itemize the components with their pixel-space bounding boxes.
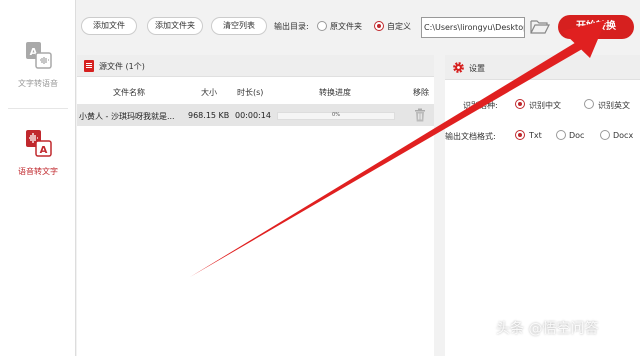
radio-format-txt-label: Txt xyxy=(529,131,542,140)
file-duration-cell: 00:00:14 xyxy=(235,111,271,120)
column-header-name: 文件名称 xyxy=(113,88,145,97)
settings-header: 设置 xyxy=(445,55,640,80)
gear-icon xyxy=(452,61,465,74)
radio-format-txt[interactable] xyxy=(515,130,525,140)
add-folder-button[interactable]: 添加文件夹 xyxy=(147,17,203,35)
watermark-logo-icon xyxy=(478,317,494,333)
sidebar-item-label: 语音转文字 xyxy=(18,167,58,176)
radio-custom-label: 自定义 xyxy=(387,22,411,31)
sidebar-divider xyxy=(8,108,68,109)
folder-open-icon[interactable] xyxy=(530,18,550,36)
sidebar-item-speech-to-text[interactable]: A 语音转文字 xyxy=(0,128,76,177)
radio-source-folder[interactable] xyxy=(317,21,327,31)
toolbar: 添加文件 添加文件夹 清空列表 输出目录: 原文件夹 自定义 C:\Users\… xyxy=(77,0,640,52)
add-file-button[interactable]: 添加文件 xyxy=(81,17,137,35)
svg-text:A: A xyxy=(40,145,48,156)
settings-title: 设置 xyxy=(469,64,485,73)
sidebar: A 文字转语音 A 语音转文字 xyxy=(0,0,76,356)
output-path-field[interactable]: C:\Users\lirongyu\Desktop xyxy=(421,17,525,38)
trash-icon[interactable] xyxy=(414,108,426,122)
radio-source-folder-label: 原文件夹 xyxy=(330,22,362,31)
column-header-size: 大小 xyxy=(201,88,217,97)
speech-to-text-icon: A xyxy=(23,128,53,158)
progress-bar: 0% xyxy=(277,112,395,120)
column-header-progress: 转换进度 xyxy=(319,88,351,97)
format-label: 输出文档格式: xyxy=(445,132,496,141)
file-list-panel: 源文件 (1个) 文件名称 大小 时长(s) 转换进度 移除 小黄人 - 沙琪玛… xyxy=(77,55,434,356)
sidebar-item-label: 文字转语音 xyxy=(18,79,58,88)
file-name-cell: 小黄人 - 沙琪玛呀我就是... xyxy=(79,112,175,121)
table-row[interactable]: 小黄人 - 沙琪玛呀我就是... 968.15 KB 00:00:14 0% xyxy=(77,104,434,126)
file-panel-header: 源文件 (1个) xyxy=(77,55,434,77)
radio-format-docx-label: Docx xyxy=(613,131,634,140)
radio-format-doc-label: Doc xyxy=(569,131,585,140)
radio-lang-chinese-label: 识别中文 xyxy=(529,101,561,110)
radio-lang-chinese[interactable] xyxy=(515,99,525,109)
start-convert-button[interactable]: 开始转换 xyxy=(558,15,634,39)
file-panel-title: 源文件 (1个) xyxy=(99,62,145,71)
radio-custom[interactable] xyxy=(374,21,384,31)
text-to-speech-icon: A xyxy=(23,40,53,70)
radio-format-doc[interactable] xyxy=(556,130,566,140)
file-size-cell: 968.15 KB xyxy=(188,111,230,120)
output-dir-label: 输出目录: xyxy=(274,22,309,31)
radio-lang-english-label: 识别英文 xyxy=(598,101,630,110)
clear-list-button[interactable]: 清空列表 xyxy=(211,17,267,35)
radio-lang-english[interactable] xyxy=(584,99,594,109)
column-header-remove: 移除 xyxy=(413,88,429,97)
settings-panel: 设置 识别语种: 识别中文 识别英文 输出文档格式: Txt Doc Docx xyxy=(445,55,640,356)
radio-format-docx[interactable] xyxy=(600,130,610,140)
watermark: 头条 @悟空问答 xyxy=(496,321,599,337)
document-icon xyxy=(84,60,94,72)
progress-text: 0% xyxy=(332,112,340,118)
column-header-duration: 时长(s) xyxy=(237,88,264,97)
language-label: 识别语种: xyxy=(463,101,498,110)
sidebar-item-text-to-speech[interactable]: A 文字转语音 xyxy=(0,40,76,89)
